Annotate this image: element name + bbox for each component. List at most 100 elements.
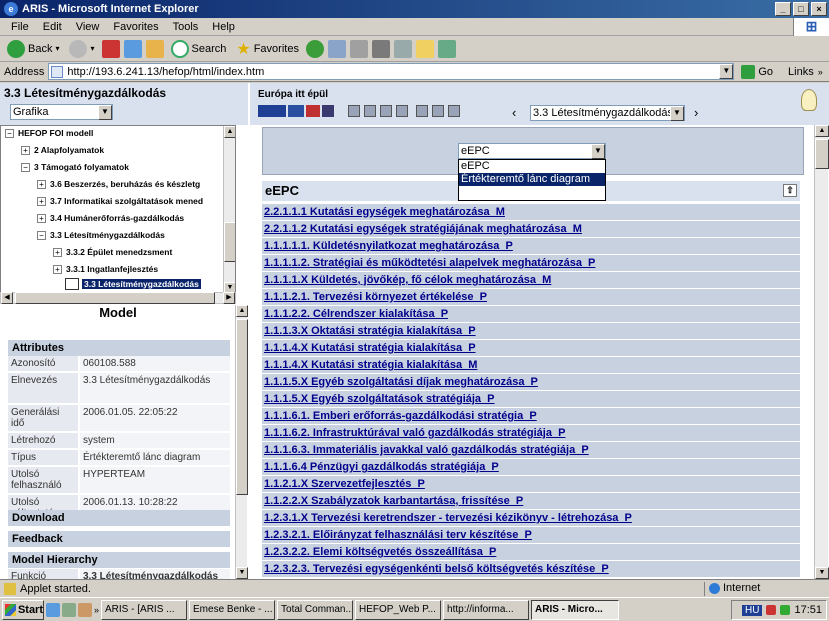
menu-file[interactable]: File [4, 21, 36, 33]
tree-node[interactable]: −3 Támogató folyamatok [21, 162, 129, 172]
option-eepc[interactable]: eEPC [459, 160, 605, 173]
tree-node-selected[interactable]: 3.3 Létesítménygazdálkodás [65, 278, 201, 290]
download-section[interactable]: Download [8, 510, 230, 526]
model-type-arrow[interactable]: ▼ [591, 144, 605, 159]
toolbar-layout-icon[interactable] [432, 105, 444, 117]
history-icon[interactable] [327, 39, 346, 58]
feedback-section[interactable]: Feedback [8, 531, 230, 547]
refresh-icon[interactable] [123, 39, 142, 58]
toolbar-chart-icon[interactable] [448, 105, 460, 117]
task-browser[interactable]: http://informa... [443, 599, 530, 620]
maximize-button[interactable]: □ [793, 2, 809, 16]
task-hefop-web[interactable]: HEFOP_Web P... [355, 599, 442, 620]
model-link[interactable]: 1.1.1.2.2. Célrendszer kialakítása_P [262, 306, 800, 323]
option-value-chain[interactable]: Értékteremtő lánc diagram [459, 173, 605, 186]
model-link[interactable]: 1.1.1.5.X Egyéb szolgáltatási díjak megh… [262, 374, 800, 391]
model-link[interactable]: 1.1.1.6.1. Emberi erőforrás-gazdálkodási… [262, 408, 800, 425]
stop-icon[interactable] [101, 39, 120, 58]
tree-hscrollbar[interactable]: ◀ ▶ [0, 292, 236, 304]
links-button[interactable]: Links [788, 66, 814, 78]
next-arrow-icon[interactable]: › [694, 105, 698, 120]
print-icon[interactable] [371, 39, 390, 58]
model-hierarchy-section[interactable]: Model Hierarchy [8, 552, 230, 568]
close-button[interactable]: × [811, 2, 827, 16]
media-icon[interactable] [305, 39, 324, 58]
tree-node[interactable]: +3.4 Humánerőforrás-gazdálkodás [37, 213, 184, 223]
quicklaunch-mail-icon[interactable] [78, 602, 92, 617]
model-link[interactable]: 1.1.1.4.X Kutatási stratégia kialakítása… [262, 357, 800, 374]
task-email[interactable]: Emese Benke - ... [189, 599, 276, 620]
model-link[interactable]: 1.2.3.1.X Tervezési keretrendszer - terv… [262, 510, 800, 527]
view-select[interactable]: Grafika ▼ [10, 104, 113, 120]
toolbar-object-icon[interactable] [364, 105, 376, 117]
task-aris-designer[interactable]: ARIS - [ARIS ... [101, 599, 188, 620]
search-button[interactable]: Search [168, 39, 230, 58]
model-link[interactable]: 1.1.1.2.1. Tervezési környezet értékelés… [262, 289, 800, 306]
model-link[interactable]: 1.2.3.2.1. Előirányzat felhasználási ter… [262, 527, 800, 544]
discuss-icon[interactable] [415, 39, 434, 58]
model-link[interactable]: 1.1.1.1.1. Küldetésnyilatkozat meghatáro… [262, 238, 800, 255]
forward-button[interactable]: ▾ [66, 39, 97, 58]
tree-node[interactable]: − HEFOP FOI modell [5, 128, 93, 138]
model-link[interactable]: 1.1.1.6.3. Immateriális javakkal való ga… [262, 442, 800, 459]
tray-app-icon[interactable] [766, 605, 777, 615]
favorites-button[interactable]: ★ Favorites [233, 39, 302, 59]
tree-node[interactable]: −3.3 Létesítménygazdálkodás [37, 230, 165, 240]
model-link[interactable]: 2.2.1.1.2 Kutatási egységek stratégiáján… [262, 221, 800, 238]
model-link[interactable]: 1.2.3.2.3. Tervezési egységenkénti belső… [262, 561, 800, 578]
view-select-arrow[interactable]: ▼ [98, 105, 112, 120]
model-link[interactable]: 1.1.1.5.X Egyéb szolgáltatások stratégiá… [262, 391, 800, 408]
right-vscrollbar[interactable]: ▲ ▼ [814, 125, 829, 579]
model-link[interactable]: 1.2.3.2.2. Elemi költségvetés összeállít… [262, 544, 800, 561]
task-total-commander[interactable]: Total Comman... [277, 599, 354, 620]
tree-node[interactable]: +3.3.1 Ingatlanfejlesztés [53, 264, 158, 274]
lightbulb-icon[interactable] [801, 89, 817, 111]
model-link[interactable]: 1.1.1.3.X Oktatási stratégia kialakítása… [262, 323, 800, 340]
model-link[interactable]: 1.1.1.1.X Küldetés, jövőkép, fő célok me… [262, 272, 800, 289]
prev-arrow-icon[interactable]: ‹ [512, 105, 516, 120]
model-nav-select[interactable]: 3.3 Létesítménygazdálkodás ▼ [530, 105, 685, 121]
model-link[interactable]: 2.2.1.1.1 Kutatási egységek meghatározás… [262, 204, 800, 221]
language-indicator[interactable]: HU [742, 604, 763, 616]
messenger-icon[interactable] [437, 39, 456, 58]
tree-node[interactable]: +3.7 Informatikai szolgáltatások mened [37, 196, 203, 206]
model-link[interactable]: 1.1.1.6.2. Infrastruktúrával való gazdál… [262, 425, 800, 442]
model-link[interactable]: 1.1.2.2.X Szabályzatok karbantartása, fr… [262, 493, 800, 510]
task-aris-ie[interactable]: ARIS - Micro... [531, 599, 620, 620]
nav-select-arrow[interactable]: ▼ [670, 106, 684, 121]
address-dropdown-button[interactable]: ▼ [719, 64, 734, 79]
model-link[interactable]: 1.1.1.6.4 Pénzügyi gazdálkodás stratégiá… [262, 459, 800, 476]
left-vscrollbar[interactable]: ▲ ▼ [235, 305, 248, 579]
toolbar-model-icon[interactable] [348, 105, 360, 117]
quicklaunch-ie-icon[interactable] [46, 602, 60, 617]
start-button[interactable]: Start [2, 599, 44, 620]
menu-favorites[interactable]: Favorites [106, 21, 165, 33]
menu-edit[interactable]: Edit [36, 21, 69, 33]
edit-icon[interactable] [393, 39, 412, 58]
minimize-button[interactable]: _ [775, 2, 791, 16]
quicklaunch-desktop-icon[interactable] [62, 602, 76, 617]
mail-icon[interactable] [349, 39, 368, 58]
tray-network-icon[interactable] [780, 605, 791, 615]
window-titlebar: e ARIS - Microsoft Internet Explorer _ □… [0, 0, 829, 18]
toolbar-print-icon[interactable] [416, 105, 428, 117]
back-button[interactable]: Back ▾ [4, 39, 62, 58]
toolbar-grid-icon[interactable] [380, 105, 392, 117]
model-link[interactable]: 1.1.1.1.2. Stratégiai és működtetési ala… [262, 255, 800, 272]
tree-vscrollbar[interactable]: ▲ ▼ [223, 126, 235, 292]
address-input[interactable]: http://193.6.241.13/hefop/html/index.htm… [48, 63, 735, 80]
menu-help[interactable]: Help [205, 21, 242, 33]
expand-icon[interactable]: ⇧ [783, 184, 797, 197]
model-type-select[interactable]: eEPC ▼ [458, 143, 606, 159]
tree-node[interactable]: +3.3.2 Épület menedzsment [53, 247, 172, 257]
model-link[interactable]: 1.1.1.4.X Kutatási stratégia kialakítása… [262, 340, 800, 357]
tree-node[interactable]: +2 Alapfolyamatok [21, 145, 104, 155]
attributes-section[interactable]: Attributes [8, 340, 230, 356]
model-link[interactable]: 1.1.2.1.X Szervezetfejlesztés_P [262, 476, 800, 493]
menu-view[interactable]: View [69, 21, 107, 33]
home-icon[interactable] [145, 39, 164, 58]
toolbar-table-icon[interactable] [396, 105, 408, 117]
menu-tools[interactable]: Tools [166, 21, 206, 33]
tree-node[interactable]: +3.6 Beszerzés, beruházás és készletg [37, 179, 200, 189]
go-button[interactable]: Go [738, 64, 776, 79]
